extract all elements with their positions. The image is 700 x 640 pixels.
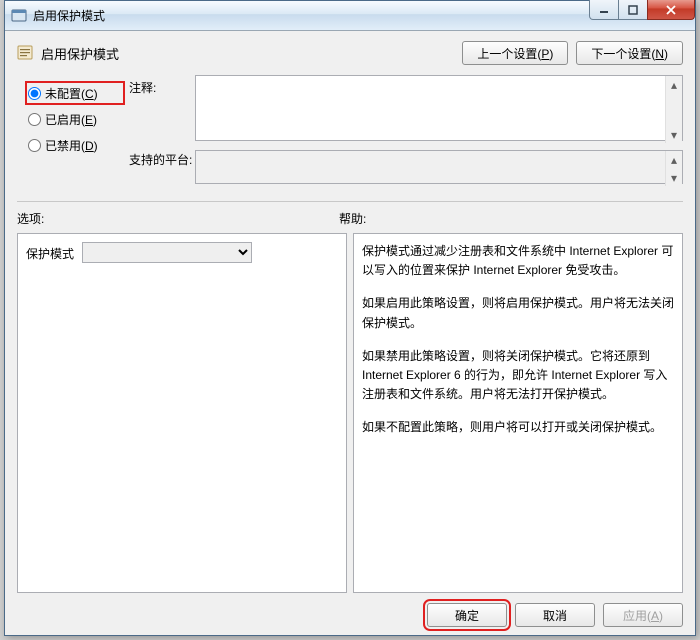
help-label: 帮助: — [339, 210, 366, 227]
scroll-down-icon[interactable]: ▾ — [666, 126, 682, 143]
protect-mode-select[interactable] — [82, 242, 252, 263]
ok-button[interactable]: 确定 — [427, 603, 507, 627]
cancel-button[interactable]: 取消 — [515, 603, 595, 627]
protect-mode-label: 保护模式 — [26, 242, 74, 262]
window-root: 启用保护模式 — [4, 0, 696, 636]
apply-button[interactable]: 应用(A) — [603, 603, 683, 627]
radio-enabled-input[interactable] — [28, 113, 41, 126]
panels: 保护模式 保护模式通过减少注册表和文件系统中 Internet Explorer… — [17, 233, 683, 593]
scroll-up-icon[interactable]: ▴ — [666, 151, 682, 168]
platform-textarea — [195, 150, 683, 184]
radio-enabled[interactable]: 已启用(E) — [25, 107, 125, 131]
prev-setting-button[interactable]: 上一个设置(P) — [462, 41, 568, 65]
header-row: 启用保护模式 上一个设置(P) 下一个设置(N) — [17, 41, 683, 65]
content-area: 启用保护模式 上一个设置(P) 下一个设置(N) 未配置(C) 已启用(E) — [5, 31, 695, 635]
close-button[interactable] — [647, 0, 695, 20]
help-p1: 保护模式通过减少注册表和文件系统中 Internet Explorer 可以写入… — [362, 242, 674, 280]
radio-disabled-input[interactable] — [28, 139, 41, 152]
radio-disabled[interactable]: 已禁用(D) — [25, 133, 125, 157]
config-row: 未配置(C) 已启用(E) 已禁用(D) 注释: 支持的平台: — [17, 75, 683, 187]
help-p2: 如果启用此策略设置，则将启用保护模式。用户将无法关闭保护模式。 — [362, 294, 674, 332]
app-icon — [11, 8, 27, 24]
page-title: 启用保护模式 — [41, 44, 119, 63]
platform-label: 支持的平台: — [125, 151, 195, 168]
policy-icon — [17, 44, 35, 62]
help-p4: 如果不配置此策略，则用户将可以打开或关闭保护模式。 — [362, 418, 674, 437]
comment-textarea[interactable] — [195, 75, 683, 141]
radio-not-configured[interactable]: 未配置(C) — [25, 81, 125, 105]
scroll-down-icon[interactable]: ▾ — [666, 169, 682, 186]
radio-group: 未配置(C) 已启用(E) 已禁用(D) — [17, 75, 125, 187]
maximize-button[interactable] — [618, 0, 648, 20]
comment-scrollbar[interactable]: ▴ ▾ — [665, 76, 682, 143]
next-setting-button[interactable]: 下一个设置(N) — [576, 41, 683, 65]
scroll-up-icon[interactable]: ▴ — [666, 76, 682, 93]
comment-label: 注释: — [125, 79, 195, 151]
section-labels: 选项: 帮助: — [17, 210, 683, 227]
options-label: 选项: — [17, 210, 339, 227]
titlebar: 启用保护模式 — [5, 1, 695, 31]
options-panel: 保护模式 — [17, 233, 347, 593]
window-title: 启用保护模式 — [33, 7, 105, 24]
radio-not-configured-input[interactable] — [28, 87, 41, 100]
separator — [17, 201, 683, 202]
minimize-button[interactable] — [589, 0, 619, 20]
help-panel: 保护模式通过减少注册表和文件系统中 Internet Explorer 可以写入… — [353, 233, 683, 593]
footer-buttons: 确定 取消 应用(A) — [17, 593, 683, 627]
platform-scrollbar[interactable]: ▴ ▾ — [665, 151, 682, 186]
help-p3: 如果禁用此策略设置，则将关闭保护模式。它将还原到 Internet Explor… — [362, 347, 674, 405]
window-controls — [590, 0, 695, 20]
